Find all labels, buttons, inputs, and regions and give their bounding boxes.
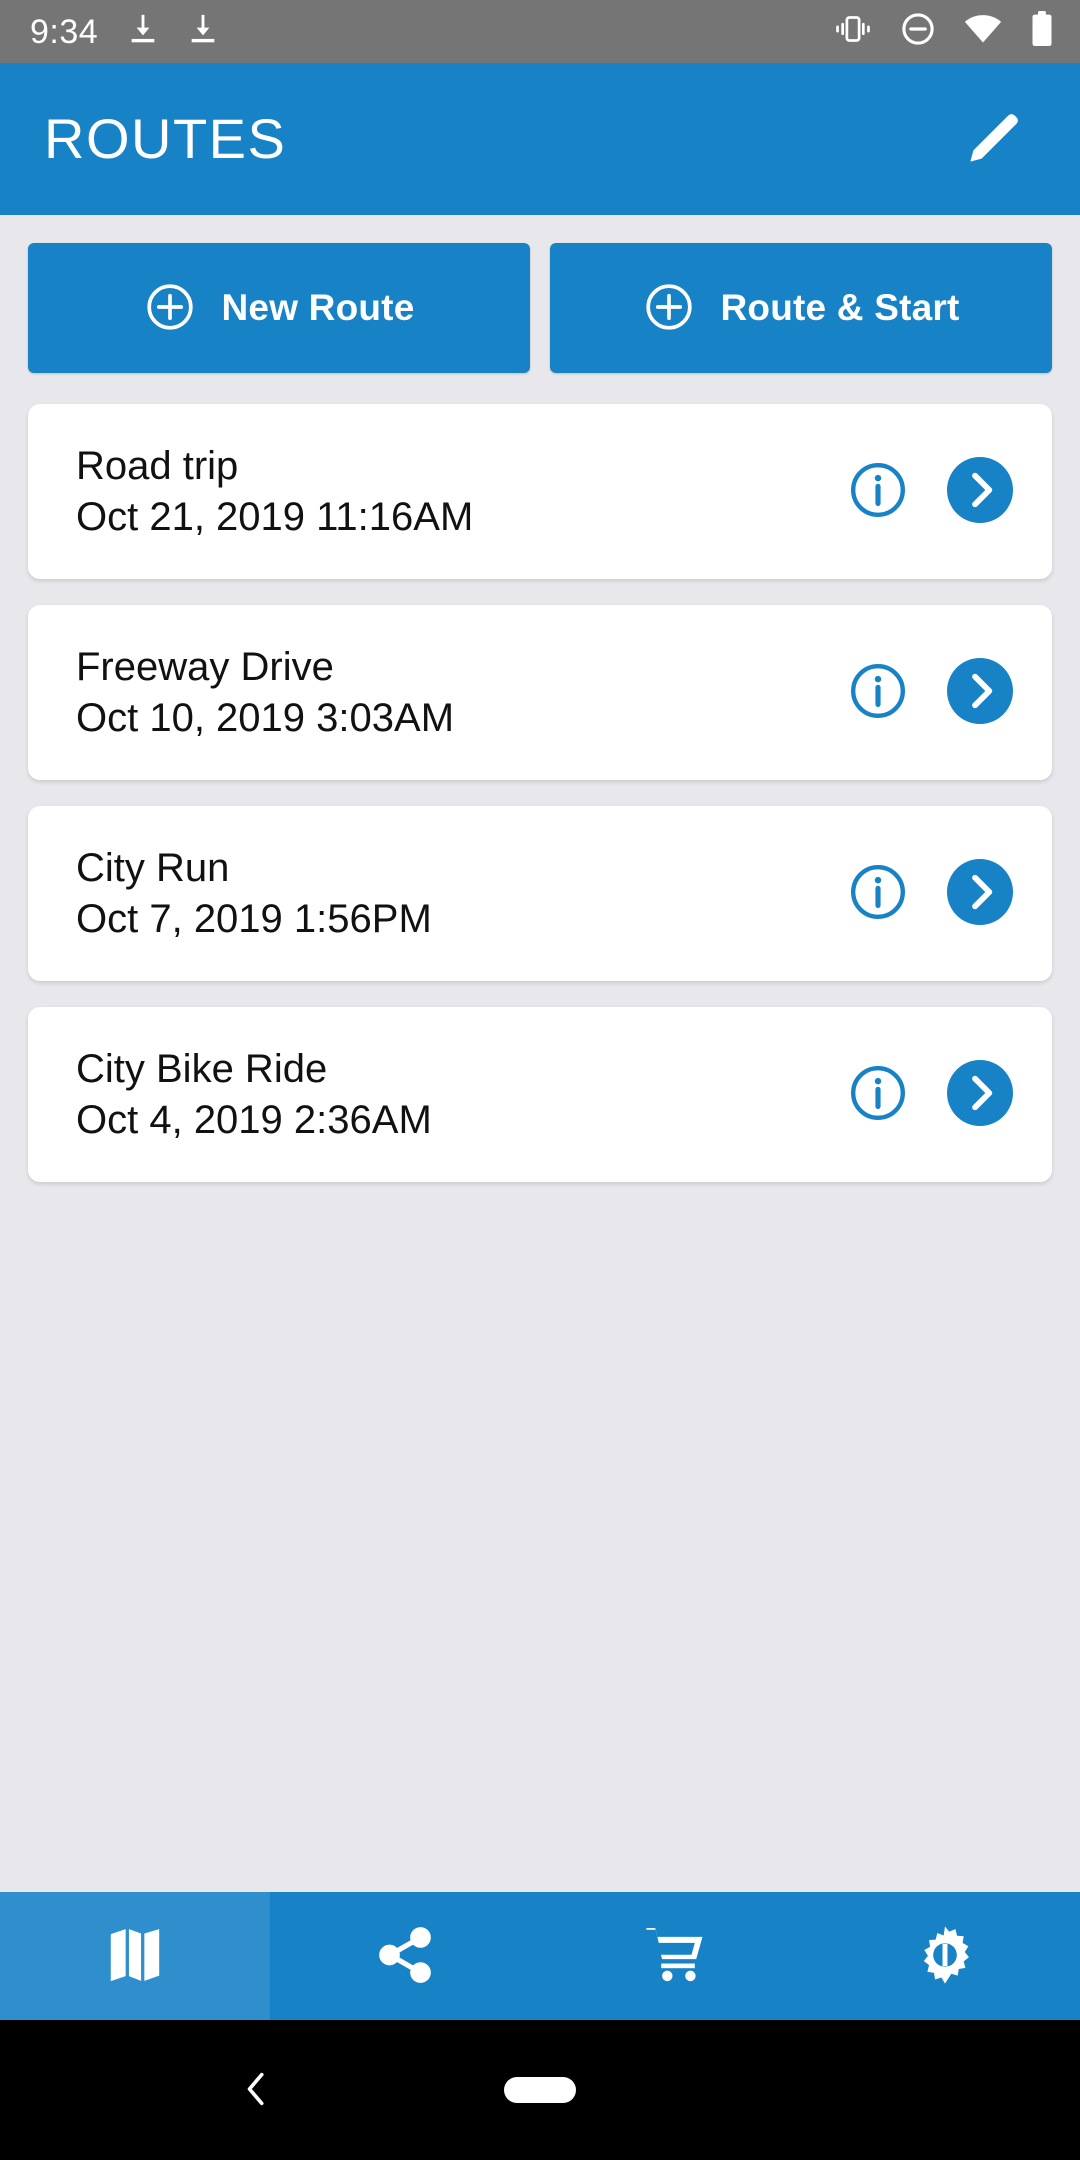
- back-chevron-icon: [233, 2066, 279, 2115]
- route-list-item[interactable]: City Bike Ride Oct 4, 2019 2:36AM: [28, 1007, 1052, 1182]
- nav-tab-share[interactable]: [270, 1892, 540, 2020]
- status-notification-icons: [126, 12, 220, 51]
- android-navigation-bar: [0, 2020, 1080, 2160]
- route-item-text: City Run Oct 7, 2019 1:56PM: [76, 847, 432, 940]
- route-item-actions: [844, 1060, 1014, 1129]
- route-open-button[interactable]: [946, 1060, 1014, 1129]
- route-date: Oct 21, 2019 11:16AM: [76, 495, 474, 539]
- route-name: Road trip: [76, 444, 239, 488]
- route-list-item[interactable]: City Run Oct 7, 2019 1:56PM: [28, 806, 1052, 981]
- route-info-button[interactable]: [844, 860, 912, 928]
- route-item-text: Freeway Drive Oct 10, 2019 3:03AM: [76, 646, 454, 739]
- plus-circle-icon: [643, 281, 695, 336]
- chevron-right-icon: [947, 658, 1013, 727]
- app-bar: ROUTES: [0, 63, 1080, 215]
- page-title: ROUTES: [44, 107, 287, 170]
- chevron-right-icon: [947, 1060, 1013, 1129]
- route-item-actions: [844, 859, 1014, 928]
- route-list-item[interactable]: Road trip Oct 21, 2019 11:16AM: [28, 404, 1052, 579]
- download-icon: [186, 12, 220, 51]
- route-name: Freeway Drive: [76, 645, 334, 689]
- info-circle-icon: [847, 1062, 909, 1127]
- new-route-button[interactable]: New Route: [28, 243, 530, 373]
- back-button[interactable]: [216, 2050, 296, 2130]
- route-open-button[interactable]: [946, 457, 1014, 526]
- chevron-right-icon: [947, 859, 1013, 928]
- nav-tab-settings[interactable]: [810, 1892, 1080, 2020]
- route-list-item[interactable]: Freeway Drive Oct 10, 2019 3:03AM: [28, 605, 1052, 780]
- settings-gear-icon: [912, 1922, 978, 1991]
- bottom-navigation: [0, 1892, 1080, 2020]
- chevron-right-icon: [947, 457, 1013, 526]
- route-date: Oct 4, 2019 2:36AM: [76, 1098, 432, 1142]
- route-name: City Bike Ride: [76, 1047, 328, 1091]
- status-clock: 9:34: [30, 12, 99, 51]
- nav-tab-cart[interactable]: [540, 1892, 810, 2020]
- route-info-button[interactable]: [844, 659, 912, 727]
- route-info-button[interactable]: [844, 458, 912, 526]
- app-bar-actions: [946, 91, 1042, 187]
- route-list: Road trip Oct 21, 2019 11:16AM Freeway D…: [0, 404, 1080, 1208]
- app-screen: 9:34 ROUTES New Route Route & Start Road…: [0, 0, 1080, 2160]
- route-item-actions: [844, 658, 1014, 727]
- info-circle-icon: [847, 861, 909, 926]
- route-item-text: City Bike Ride Oct 4, 2019 2:36AM: [76, 1048, 432, 1141]
- route-info-button[interactable]: [844, 1061, 912, 1129]
- vibrate-icon: [834, 12, 872, 51]
- info-circle-icon: [847, 660, 909, 725]
- nav-tab-map[interactable]: [0, 1892, 270, 2020]
- route-item-text: Road trip Oct 21, 2019 11:16AM: [76, 445, 473, 538]
- pencil-icon: [961, 105, 1027, 174]
- route-and-start-label: Route & Start: [720, 287, 960, 328]
- battery-icon: [1030, 11, 1054, 52]
- route-open-button[interactable]: [946, 859, 1014, 928]
- map-icon: [102, 1922, 168, 1991]
- info-circle-icon: [847, 459, 909, 524]
- edit-button[interactable]: [946, 91, 1042, 187]
- plus-circle-icon: [144, 281, 196, 336]
- home-pill-icon[interactable]: [504, 2077, 576, 2103]
- route-open-button[interactable]: [946, 658, 1014, 727]
- route-date: Oct 10, 2019 3:03AM: [76, 696, 455, 740]
- wifi-icon: [964, 13, 1002, 50]
- route-name: City Run: [76, 846, 230, 890]
- status-system-icons: [834, 11, 1054, 52]
- cart-icon: [642, 1922, 708, 1991]
- new-route-label: New Route: [221, 287, 415, 328]
- share-icon: [374, 1924, 436, 1989]
- do-not-disturb-icon: [900, 11, 936, 52]
- download-icon: [126, 12, 160, 51]
- status-bar: 9:34: [0, 0, 1080, 63]
- primary-actions: New Route Route & Start: [0, 243, 1080, 373]
- route-date: Oct 7, 2019 1:56PM: [76, 897, 432, 941]
- route-and-start-button[interactable]: Route & Start: [550, 243, 1052, 373]
- route-item-actions: [844, 457, 1014, 526]
